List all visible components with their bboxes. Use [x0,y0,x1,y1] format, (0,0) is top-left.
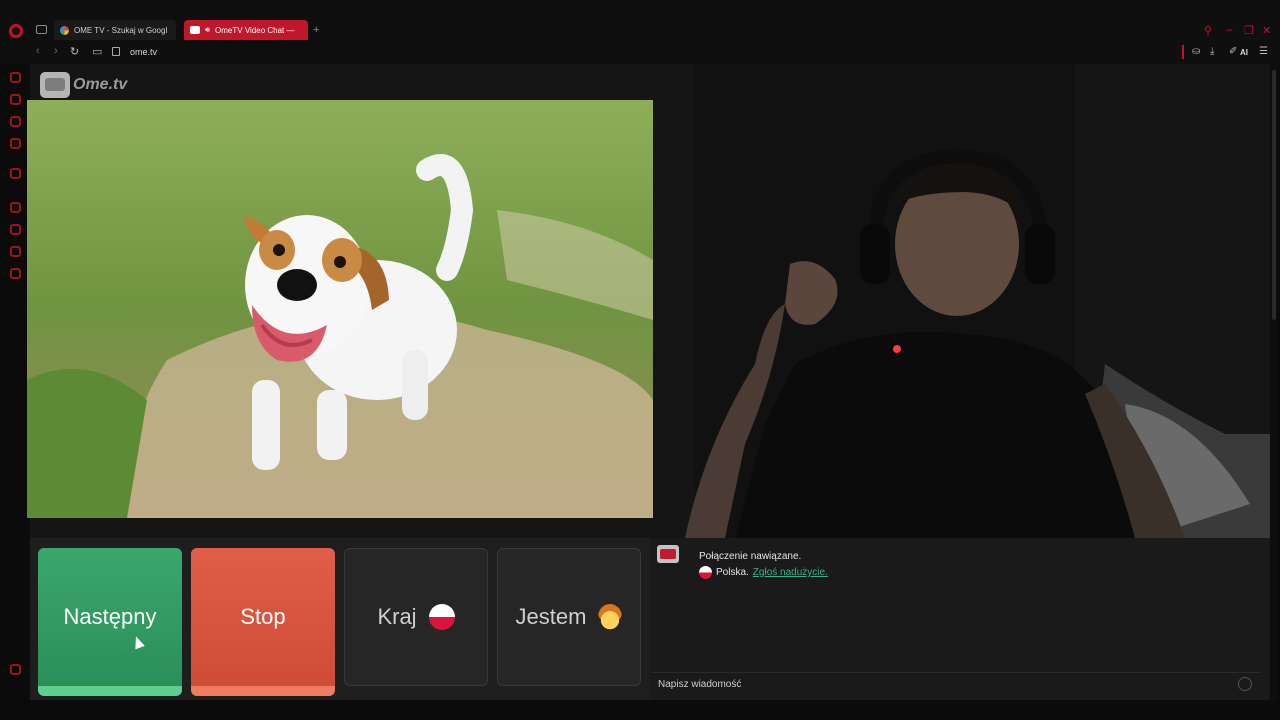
person-avatar-icon [598,604,623,630]
minimize-icon[interactable]: – [1226,24,1232,36]
stranger-video [665,64,1270,538]
reload-icon[interactable]: ↻ [70,45,79,58]
scrollbar-thumb[interactable] [1272,70,1276,320]
emoji-icon[interactable] [1238,677,1252,691]
tab-label: OmeTV Video Chat — [215,25,295,35]
url-field[interactable]: ome.tv [130,47,157,57]
tab-overview-icon[interactable] [36,25,47,34]
ometv-logo[interactable]: Ome.tv [40,72,127,98]
clock-icon[interactable] [10,224,21,235]
country-name: Polska. [716,567,749,578]
screen: OME TV - Szukaj w Googl 🔊︎ OmeTV Video C… [0,0,1280,720]
bottom-strip [0,700,1280,720]
forward-icon[interactable]: › [54,45,58,57]
tv-logo-icon [40,72,70,98]
accent-bar [1182,45,1184,59]
messenger-icon[interactable] [10,94,21,105]
connection-status: Połączenie nawiązane. [699,551,802,562]
player-icon[interactable] [10,168,21,179]
tab-google-search[interactable]: OME TV - Szukaj w Googl [54,20,176,40]
more-icon[interactable] [10,664,21,675]
camera-icon[interactable]: ▭ [92,45,102,58]
dog-image [27,100,653,518]
browser-sidebar [0,64,30,720]
vpn-icon[interactable]: ⛀ [1192,46,1200,57]
ai-sidebar-icon[interactable] [10,72,21,83]
close-icon[interactable]: ✕ [1262,24,1271,37]
country-button[interactable]: Kraj [344,548,488,686]
settings-icon[interactable] [10,268,21,279]
tab-ometv[interactable]: 🔊︎ OmeTV Video Chat — [184,20,308,40]
logo-text: Ome.tv [73,76,128,93]
country-label: Kraj [377,604,417,629]
ometv-favicon-icon [190,26,200,34]
back-icon[interactable]: ‹ [36,45,40,57]
maximize-icon[interactable]: ❐ [1244,24,1254,37]
speaker-icon[interactable]: 🔊︎ [205,25,210,35]
gender-label: Jestem [515,604,587,629]
chat-tv-logo-icon [657,545,679,563]
own-camera-video [27,100,653,518]
address-bar [0,42,1280,64]
stranger-person-image [665,64,1270,538]
new-tab-plus-icon[interactable]: + [313,24,319,36]
instagram-icon[interactable] [10,138,21,149]
message-input[interactable] [652,672,1260,696]
menu-icon[interactable]: ☰ [1259,46,1268,57]
poland-flag-icon [428,604,455,630]
history-icon[interactable] [10,202,21,213]
next-label: Następny [63,604,157,629]
gender-button[interactable]: Jestem [497,548,641,686]
ai-button[interactable]: AI [1240,48,1248,57]
poland-flag-icon [699,566,712,579]
country-info: Polska. Zgłoś nadużycie. [699,566,828,579]
lock-icon [112,47,120,56]
search-icon[interactable]: ⚲ [1204,24,1212,37]
stop-label: Stop [240,604,286,629]
whatsapp-icon[interactable] [10,116,21,127]
aria-icon[interactable]: ✐ [1229,46,1237,57]
next-button[interactable]: Następny [38,548,182,696]
stop-button[interactable]: Stop [191,548,335,696]
google-favicon-icon [60,25,69,35]
opera-logo-icon[interactable] [9,24,23,38]
extensions-icon[interactable] [10,246,21,257]
report-abuse-link[interactable]: Zgłoś nadużycie. [753,567,828,578]
tab-label: OME TV - Szukaj w Googl [74,25,168,35]
download-icon[interactable]: ⤓ [1210,46,1214,57]
